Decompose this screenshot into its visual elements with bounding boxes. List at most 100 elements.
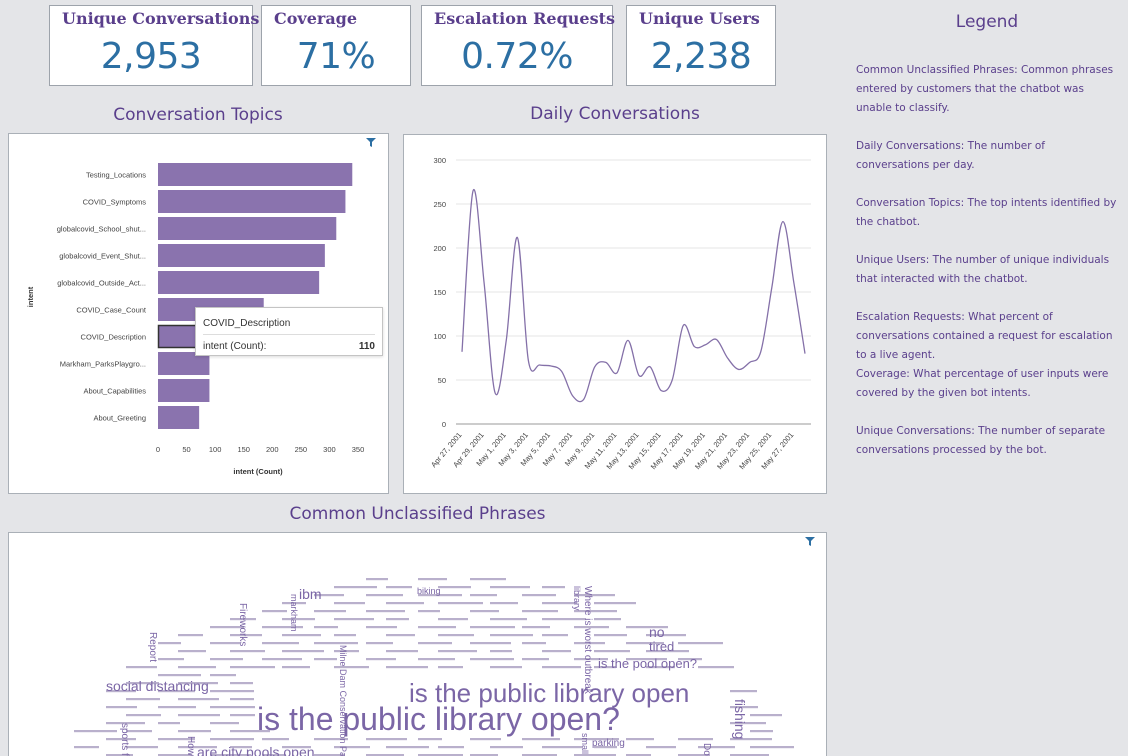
filler-word xyxy=(522,610,558,613)
kpi-value: 2,238 xyxy=(650,36,752,77)
filler-word xyxy=(158,642,181,645)
filler-word xyxy=(594,634,627,637)
filler-word xyxy=(730,690,757,693)
filler-word xyxy=(438,666,463,669)
filler-word xyxy=(646,746,676,749)
filler-word xyxy=(210,674,236,677)
x-axis-label: intent (Count) xyxy=(233,467,283,476)
tooltip-title: COVID_Description xyxy=(203,318,291,329)
bar-category-label: COVID_Description xyxy=(81,333,146,342)
filler-word xyxy=(210,738,254,741)
x-tick-label: 0 xyxy=(156,445,160,454)
filler-word xyxy=(230,666,275,669)
bar-category-label: Testing_Locations xyxy=(86,171,146,180)
kpi-unique-users: Unique Users 2,238 xyxy=(626,5,776,86)
kpi-escalation-requests: Escalation Requests 0.72% xyxy=(421,5,615,86)
kpi-title: Unique Users xyxy=(639,9,760,28)
filler-word xyxy=(386,650,418,653)
bar-category-label: COVID_Case_Count xyxy=(76,306,147,315)
filler-word xyxy=(438,602,483,605)
bar xyxy=(158,406,200,429)
filler-word xyxy=(522,738,560,741)
filler-word xyxy=(178,634,203,637)
filler-word xyxy=(210,642,240,645)
filler-word xyxy=(750,746,794,749)
filler-word xyxy=(314,658,337,661)
bar xyxy=(158,379,210,402)
filler-word xyxy=(314,642,358,645)
word: tired xyxy=(649,639,674,654)
filler-word xyxy=(750,714,782,717)
x-tick-label: 150 xyxy=(237,445,250,454)
filler-word xyxy=(490,650,512,653)
filler-word xyxy=(542,602,577,605)
filler-word xyxy=(470,626,515,629)
filler-word xyxy=(542,666,581,669)
filler-word xyxy=(470,738,501,741)
filler-word xyxy=(334,618,374,621)
tooltip-value: 110 xyxy=(358,341,375,352)
word: social distancing xyxy=(106,678,209,694)
bar xyxy=(158,163,353,186)
filler-word xyxy=(282,634,321,637)
word: fishing xyxy=(732,699,748,739)
filler-word xyxy=(418,658,455,661)
y-tick-label: 100 xyxy=(433,332,446,341)
filler-word xyxy=(522,658,549,661)
filler-word xyxy=(230,682,253,685)
filler-word xyxy=(106,706,137,709)
unclassified-phrases-panel: is the public library open? is the public… xyxy=(8,532,827,756)
filler-word xyxy=(282,666,310,669)
x-tick-label: 250 xyxy=(295,445,308,454)
filler-word xyxy=(470,610,499,613)
filler-word xyxy=(522,642,546,645)
filler-word xyxy=(386,586,412,589)
kpi-unique-conversations: Unique Conversations 2,953 xyxy=(49,5,259,86)
series-line xyxy=(461,188,806,403)
filler-word xyxy=(282,650,324,653)
filler-word xyxy=(366,610,405,613)
filler-word xyxy=(418,642,452,645)
filler-word xyxy=(542,586,565,589)
word: library xyxy=(572,586,582,611)
word: Fireworks xyxy=(237,603,248,646)
y-tick-label: 50 xyxy=(438,376,446,385)
filler-word xyxy=(522,626,550,629)
filler-word xyxy=(158,674,201,677)
x-tick-label: 200 xyxy=(266,445,279,454)
filler-word xyxy=(262,642,299,645)
word: small xyxy=(580,733,590,754)
filler-word xyxy=(178,666,216,669)
filler-word xyxy=(334,634,356,637)
kpi-value: 2,953 xyxy=(100,36,202,77)
filler-word xyxy=(542,618,586,621)
filler-word xyxy=(386,666,428,669)
bar-category-label: globalcovid_Outside_Act... xyxy=(57,279,146,288)
filler-word xyxy=(542,746,582,749)
kpi-value: 0.72% xyxy=(461,36,573,77)
filler-word xyxy=(470,658,514,661)
filler-word xyxy=(126,714,161,717)
tooltip-divider xyxy=(203,334,375,335)
filler-word xyxy=(178,698,219,701)
bar-category-label: About_Capabilities xyxy=(83,387,146,396)
word: biking xyxy=(417,586,441,596)
filler-word xyxy=(678,738,713,741)
filler-word xyxy=(366,658,396,661)
x-tick-label: 300 xyxy=(323,445,336,454)
filler-word xyxy=(262,738,289,741)
word: How xyxy=(185,736,196,756)
filler-word xyxy=(366,578,388,581)
filler-word xyxy=(490,618,527,621)
filler-word xyxy=(490,602,518,605)
filler-word xyxy=(74,746,99,749)
word: Where is worst outbreak xyxy=(582,586,593,695)
legend-item-users: Unique Users: The number of unique indiv… xyxy=(856,254,1110,285)
filler-word xyxy=(438,586,471,589)
filler-word xyxy=(594,602,636,605)
daily-conversations-chart: 050100150200250300Apr 27, 2001Apr 29, 20… xyxy=(429,156,811,471)
word: are city pools open xyxy=(197,744,315,756)
filler-word xyxy=(210,706,255,709)
filler-word xyxy=(366,738,407,741)
bar xyxy=(158,217,337,240)
